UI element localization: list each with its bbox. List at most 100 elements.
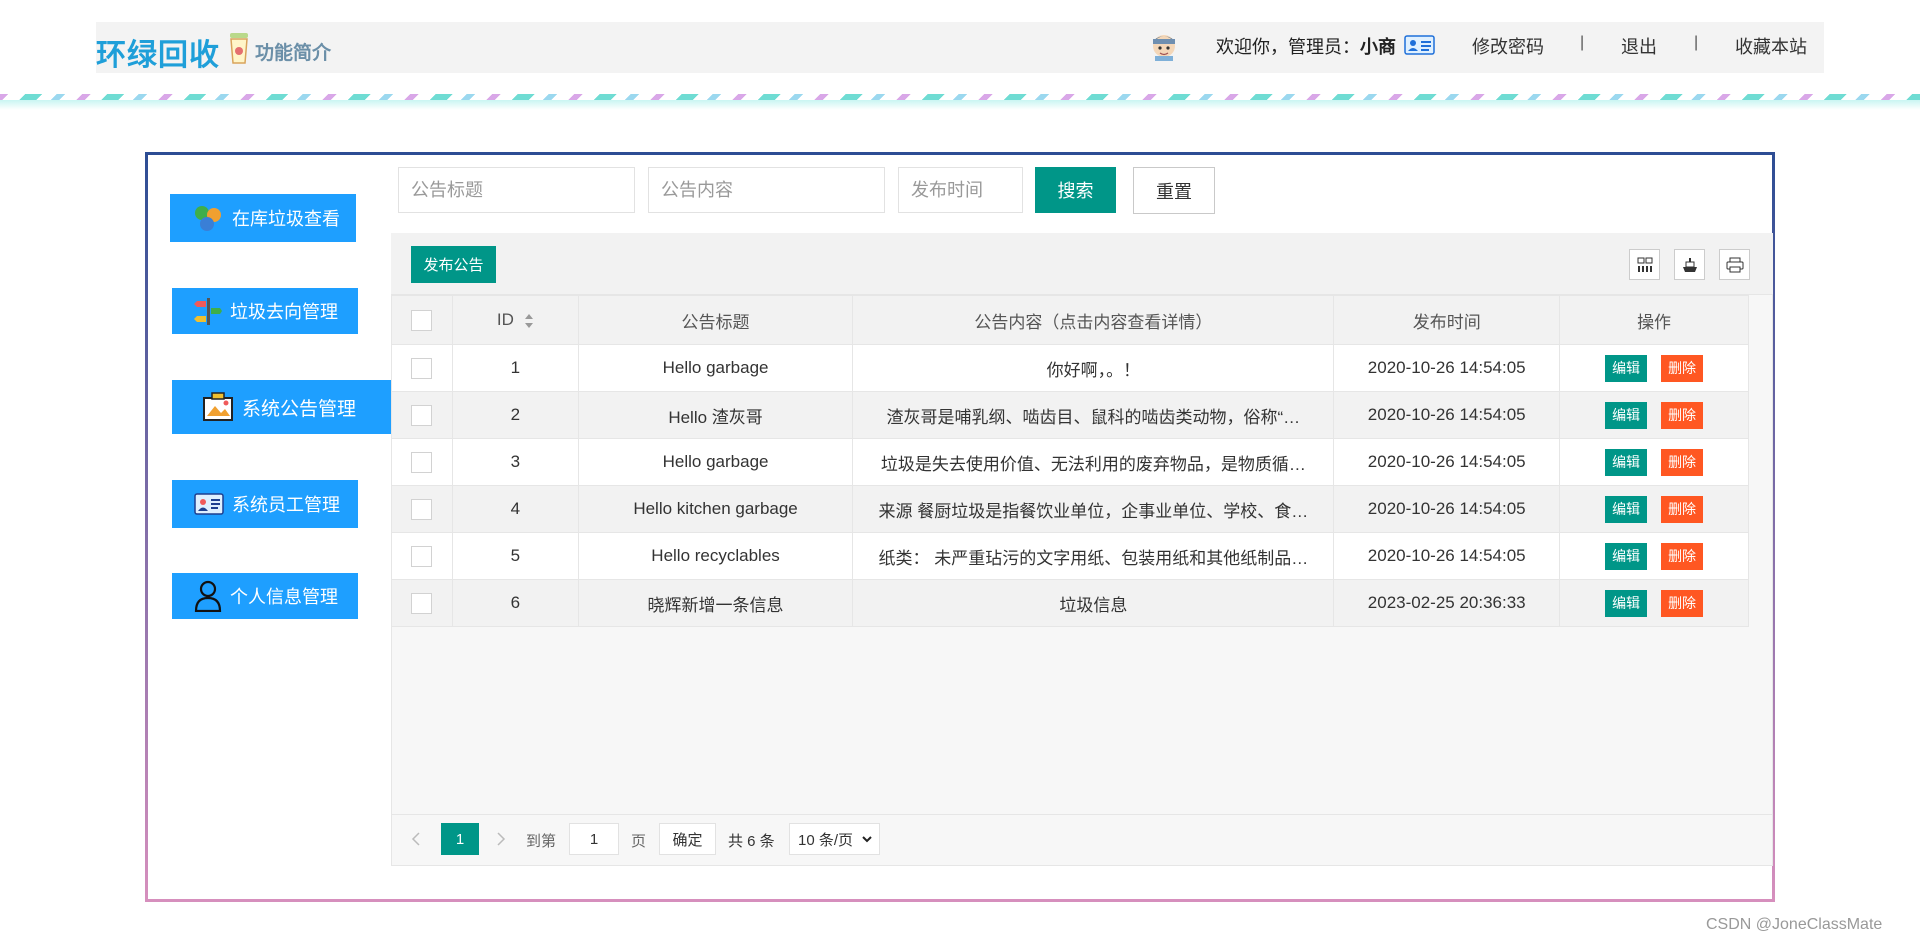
reset-button[interactable]: 重置 [1133, 167, 1215, 214]
edit-button[interactable]: 编辑 [1605, 448, 1648, 476]
publish-time-search-input[interactable] [898, 167, 1023, 213]
cell-title: Hello kitchen garbage [577, 485, 854, 533]
cell-title: Hello garbage [577, 344, 854, 392]
row-select-cell[interactable] [391, 438, 453, 486]
search-button[interactable]: 搜索 [1035, 167, 1116, 213]
cell-actions: 编辑 删除 [1559, 532, 1749, 580]
notice-table: ID 公告标题 公告内容（点击内容查看详情） 发布时间 操作 1 Hello ga… [391, 295, 1749, 627]
cell-title: Hello 渣灰哥 [577, 391, 854, 439]
chevron-right-icon[interactable] [495, 831, 507, 847]
delete-button[interactable]: 删除 [1661, 401, 1704, 429]
cell-time: 2020-10-26 14:54:05 [1333, 438, 1561, 486]
select-all-cell[interactable] [391, 295, 453, 345]
row-select-cell[interactable] [391, 532, 453, 580]
sidebar-item-destination[interactable]: 垃圾去向管理 [172, 288, 358, 334]
delete-button[interactable]: 删除 [1661, 354, 1704, 382]
select-all-checkbox[interactable] [411, 309, 433, 331]
notice-content-search-input[interactable] [648, 167, 885, 213]
sidebar-item-profile[interactable]: 个人信息管理 [172, 573, 358, 619]
row-checkbox[interactable] [411, 357, 433, 379]
delete-button[interactable]: 删除 [1661, 448, 1704, 476]
cell-id: 1 [451, 344, 579, 392]
cell-id: 5 [451, 532, 579, 580]
current-page-button[interactable]: 1 [441, 823, 479, 855]
cell-id: 4 [451, 485, 579, 533]
sidebar-item-inventory[interactable]: 在库垃圾查看 [170, 194, 356, 242]
sidebar-item-label: 系统公告管理 [242, 398, 357, 420]
cell-title: Hello garbage [577, 438, 854, 486]
cell-content[interactable]: 垃圾是失去使用价值、无法利用的废弃物品，是物质循… [852, 438, 1335, 486]
column-header-actions: 操作 [1559, 295, 1749, 345]
id-card-icon[interactable] [1404, 35, 1435, 55]
cell-content[interactable]: 纸类： 未严重玷污的文字用纸、包装用纸和其他纸制品… [852, 532, 1335, 580]
cell-actions: 编辑 删除 [1559, 391, 1749, 439]
row-checkbox[interactable] [411, 498, 433, 520]
goto-page-input[interactable]: 1 [569, 823, 619, 855]
cell-time: 2020-10-26 14:54:05 [1333, 344, 1561, 392]
row-select-cell[interactable] [391, 344, 453, 392]
page-size-value: 10 条/页 [798, 831, 854, 849]
user-icon [194, 580, 222, 612]
welcome-prefix: 欢迎你，管理员： [1216, 37, 1360, 57]
edit-button[interactable]: 编辑 [1605, 542, 1648, 570]
row-select-cell[interactable] [391, 485, 453, 533]
edit-button[interactable]: 编辑 [1605, 589, 1648, 617]
column-header-content: 公告内容（点击内容查看详情） [852, 295, 1335, 345]
admin-username: 小商 [1360, 37, 1396, 57]
print-icon[interactable] [1719, 249, 1750, 280]
table-row: 3 Hello garbage 垃圾是失去使用价值、无法利用的废弃物品，是物质循… 2… [391, 438, 1749, 486]
columns-icon[interactable] [1629, 249, 1660, 280]
cell-content[interactable]: 垃圾信息 [852, 579, 1335, 627]
row-select-cell[interactable] [391, 579, 453, 627]
sidebar-item-staff-management[interactable]: 系统员工管理 [172, 480, 358, 528]
row-checkbox[interactable] [411, 592, 433, 614]
table-row: 2 Hello 渣灰哥 渣灰哥是哺乳纲、啮齿目、鼠科的啮齿类动物，俗称“… 2020-… [391, 391, 1749, 439]
row-checkbox[interactable] [411, 451, 433, 473]
goto-label: 到第 [526, 833, 557, 850]
row-select-cell[interactable] [391, 391, 453, 439]
change-password-link[interactable]: 修改密码 [1472, 33, 1544, 59]
top-header-bar [96, 22, 1824, 73]
table-row: 1 Hello garbage 你好啊，。！ 2020-10-26 14:54:05 编… [391, 344, 1749, 392]
sidebar-item-notice-management[interactable]: 系统公告管理 [172, 380, 391, 434]
page-unit-label: 页 [631, 833, 647, 850]
total-count-label: 共 6 条 [728, 833, 775, 850]
edit-button[interactable]: 编辑 [1605, 495, 1648, 523]
notice-title-search-input[interactable] [398, 167, 635, 213]
admin-avatar-icon [1153, 35, 1175, 61]
cell-id: 2 [451, 391, 579, 439]
table-row: 6 晓辉新增一条信息 垃圾信息 2023-02-25 20:36:33 编辑 删除 [391, 579, 1749, 627]
delete-button[interactable]: 删除 [1661, 589, 1704, 617]
goto-confirm-button[interactable]: 确定 [659, 823, 716, 855]
edit-button[interactable]: 编辑 [1605, 401, 1648, 429]
row-checkbox[interactable] [411, 404, 433, 426]
bookmark-site-link[interactable]: 收藏本站 [1735, 33, 1807, 59]
cell-content[interactable]: 来源 餐厨垃圾是指餐饮业单位，企事业单位、学校、食… [852, 485, 1335, 533]
cell-content[interactable]: 渣灰哥是哺乳纲、啮齿目、鼠科的啮齿类动物，俗称“… [852, 391, 1335, 439]
cell-id: 6 [451, 579, 579, 627]
export-icon[interactable] [1674, 249, 1705, 280]
cell-time: 2020-10-26 14:54:05 [1333, 391, 1561, 439]
delete-button[interactable]: 删除 [1661, 495, 1704, 523]
page-size-select[interactable]: 10 条/页 [789, 823, 880, 855]
row-checkbox[interactable] [411, 545, 433, 567]
cell-actions: 编辑 删除 [1559, 485, 1749, 533]
column-header-id[interactable]: ID [451, 295, 579, 345]
edit-button[interactable]: 编辑 [1605, 354, 1648, 382]
id-card-icon [194, 493, 224, 515]
publish-notice-button[interactable]: 发布公告 [411, 246, 496, 283]
cell-actions: 编辑 删除 [1559, 438, 1749, 486]
cell-content[interactable]: 你好啊，。！ [852, 344, 1335, 392]
site-logo[interactable]: 环绿回收 [96, 30, 220, 74]
header-separator: | [1694, 34, 1699, 51]
chevron-left-icon[interactable] [410, 831, 422, 847]
table-row: 5 Hello recyclables 纸类： 未严重玷污的文字用纸、包装用纸和其他… [391, 532, 1749, 580]
logout-link[interactable]: 退出 [1621, 33, 1657, 59]
delete-button[interactable]: 删除 [1661, 542, 1704, 570]
cell-title: 晓辉新增一条信息 [577, 579, 854, 627]
feature-intro-link[interactable]: 功能简介 [255, 38, 331, 65]
sort-icon[interactable] [524, 313, 534, 329]
table-row: 4 Hello kitchen garbage 来源 餐厨垃圾是指餐饮业单位，企事业… [391, 485, 1749, 533]
sidebar-item-label: 在库垃圾查看 [232, 209, 340, 229]
welcome-text: 欢迎你，管理员：小商 [1216, 33, 1396, 59]
